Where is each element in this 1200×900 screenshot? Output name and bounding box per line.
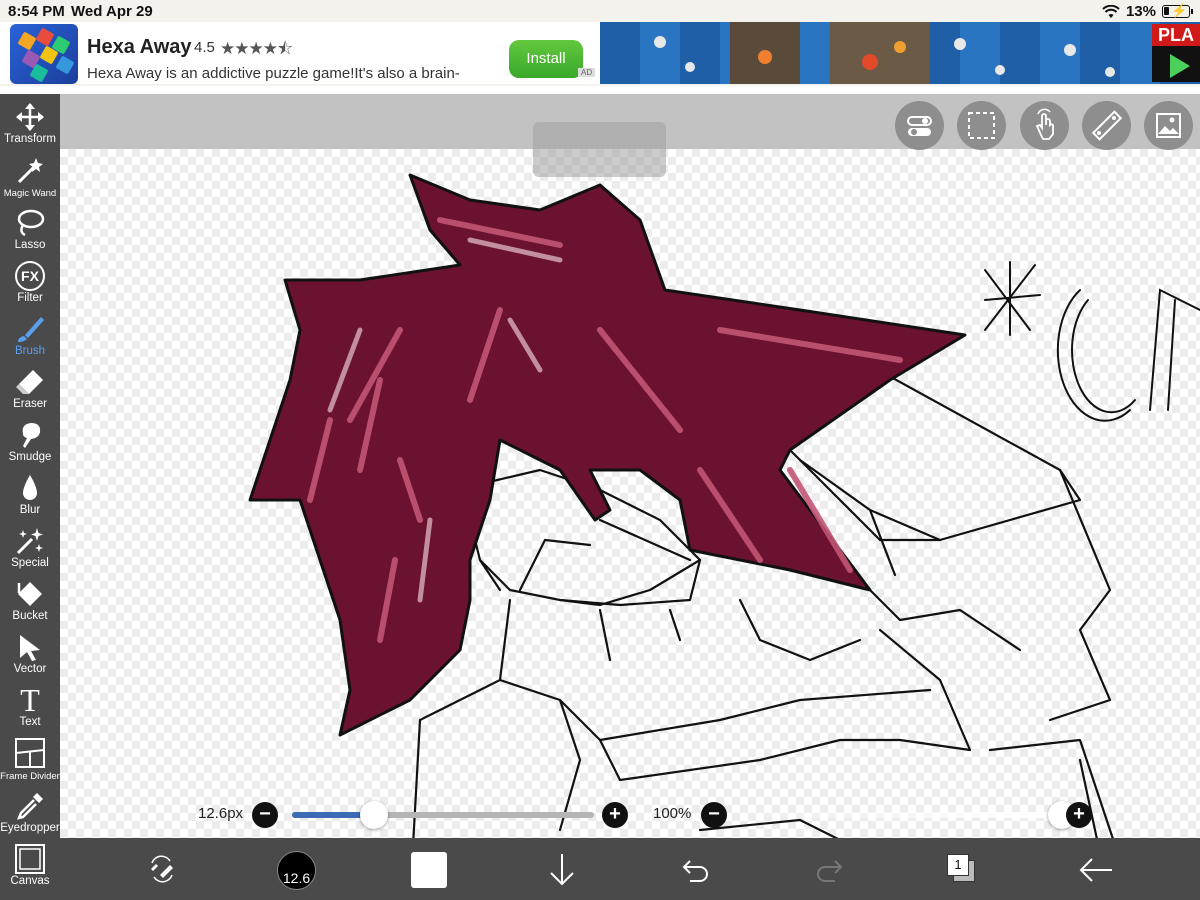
frame-divider-icon — [15, 738, 45, 768]
tool-filter[interactable]: FX Filter — [0, 255, 60, 308]
tool-brush[interactable]: Brush — [0, 308, 60, 361]
ad-description: Hexa Away is an addictive puzzle game!It… — [87, 65, 460, 82]
hand-touch-icon — [1035, 108, 1054, 140]
fx-icon: FX — [15, 261, 45, 291]
ad-right-banner[interactable]: PLA — [600, 22, 1200, 84]
tool-label: Filter — [17, 292, 43, 304]
image-button[interactable] — [1144, 101, 1193, 150]
tool-label: Text — [19, 716, 41, 728]
tool-eraser[interactable]: Eraser — [0, 361, 60, 414]
undo-icon[interactable] — [680, 855, 712, 885]
opacity-decrease-button[interactable]: − — [701, 802, 727, 828]
install-button[interactable]: Install — [509, 40, 583, 78]
tool-smudge[interactable]: Smudge — [0, 414, 60, 467]
ad-badge: AD — [578, 68, 596, 77]
ad-title[interactable]: Hexa Away — [87, 36, 192, 59]
ad-stars: ★★★★⯪ — [220, 39, 293, 58]
tool-vector[interactable]: Vector — [0, 626, 60, 679]
ad-rating: 4.5 — [194, 39, 215, 56]
app-root: { "status_bar": { "time": "8:54 PM", "da… — [0, 0, 1200, 900]
tool-label: Vector — [13, 663, 47, 675]
opacity-slider-track[interactable] — [740, 812, 1062, 818]
status-time: 8:54 PM — [8, 3, 65, 20]
brush-size-label: 12.6px — [198, 805, 244, 822]
image-icon — [1156, 113, 1181, 138]
drawing-canvas[interactable] — [60, 149, 1200, 838]
tool-frame-divider[interactable]: Frame Divider — [0, 732, 60, 785]
battery-icon: ⚡ — [1162, 3, 1193, 18]
ad-game-art — [654, 22, 1115, 84]
brush-icon — [18, 317, 44, 342]
layers-count: 1 — [947, 854, 969, 876]
eyedropper-icon — [16, 793, 43, 820]
color-swatch[interactable] — [411, 852, 447, 888]
opacity-increase-button[interactable]: + — [1066, 802, 1092, 828]
tool-magic-wand[interactable]: Magic Wand — [0, 149, 60, 202]
tool-label: Eyedropper — [0, 822, 60, 834]
swap-tool-icon[interactable] — [146, 853, 178, 885]
tool-label: Special — [11, 557, 49, 569]
tool-bucket[interactable]: Bucket — [0, 573, 60, 626]
eraser-icon — [16, 370, 43, 394]
status-right: 13% ⚡ — [1102, 3, 1193, 20]
bottom-toolbar — [60, 838, 1200, 900]
lasso-icon — [17, 209, 45, 237]
battery-percent: 13% — [1125, 3, 1156, 20]
selection-button[interactable] — [957, 101, 1006, 150]
tool-label: Smudge — [8, 451, 52, 463]
ruler-icon — [1091, 110, 1123, 141]
tool-label: Magic Wand — [3, 188, 57, 199]
status-bar: 8:54 PM Wed Apr 29 13% ⚡ — [0, 0, 1200, 22]
tool-label: Eraser — [13, 398, 47, 410]
tool-label: Frame Divider — [0, 771, 60, 782]
vector-cursor-icon — [20, 635, 40, 661]
sparkle-wand-icon — [16, 528, 43, 555]
size-decrease-button[interactable]: − — [252, 802, 278, 828]
download-arrow-icon[interactable] — [547, 852, 577, 888]
tool-text[interactable]: T Text — [0, 679, 60, 732]
ad-app-icon[interactable] — [10, 24, 78, 84]
tool-transform[interactable]: Transform — [0, 96, 60, 149]
tool-canvas[interactable]: Canvas — [0, 838, 60, 891]
layers-button[interactable]: 1 — [947, 854, 977, 884]
tool-label: Canvas — [10, 875, 50, 887]
tool-eyedropper[interactable]: Eyedropper — [0, 785, 60, 838]
tool-special[interactable]: Special — [0, 520, 60, 573]
tool-blur[interactable]: Blur — [0, 467, 60, 520]
opacity-label: 100% — [653, 805, 692, 822]
move-arrows-icon — [16, 103, 44, 131]
size-slider-knob[interactable] — [359, 801, 388, 829]
wifi-icon — [1102, 4, 1120, 18]
ad-left-panel[interactable]: Hexa Away 4.5 ★★★★⯪ Hexa Away is an addi… — [0, 22, 615, 84]
text-icon: T — [20, 682, 40, 718]
hand-touch-button[interactable] — [1020, 101, 1069, 150]
bucket-icon — [17, 582, 42, 606]
tool-label: Transform — [4, 133, 56, 145]
toggle-button[interactable] — [895, 101, 944, 150]
ruler-button[interactable] — [1082, 101, 1131, 150]
left-toolbar: Transform Magic Wand Lasso FX Filter Bru… — [0, 94, 60, 900]
brush-size-button[interactable]: 12.6 — [277, 851, 316, 890]
blur-drop-icon — [23, 475, 37, 500]
play-label: PLA — [1152, 24, 1200, 46]
ad-banner[interactable]: Hexa Away 4.5 ★★★★⯪ Hexa Away is an addi… — [0, 22, 1200, 86]
magic-wand-icon — [17, 158, 43, 184]
play-triangle-icon — [1170, 54, 1190, 78]
tool-label: Lasso — [14, 239, 46, 251]
status-date: Wed Apr 29 — [71, 3, 153, 20]
tool-label: Blur — [19, 504, 41, 516]
play-store-badge[interactable]: PLA — [1152, 24, 1200, 82]
tool-label: Brush — [14, 345, 46, 357]
canvas-drag-handle[interactable] — [533, 122, 666, 177]
canvas-icon — [15, 844, 45, 874]
toggle-icon — [907, 116, 932, 136]
tool-lasso[interactable]: Lasso — [0, 202, 60, 255]
size-increase-button[interactable]: + — [602, 802, 628, 828]
redo-icon[interactable] — [813, 855, 845, 885]
back-arrow-icon[interactable] — [1078, 855, 1114, 885]
selection-icon — [968, 112, 995, 139]
tool-label: Bucket — [12, 610, 48, 622]
smudge-icon — [22, 423, 41, 448]
